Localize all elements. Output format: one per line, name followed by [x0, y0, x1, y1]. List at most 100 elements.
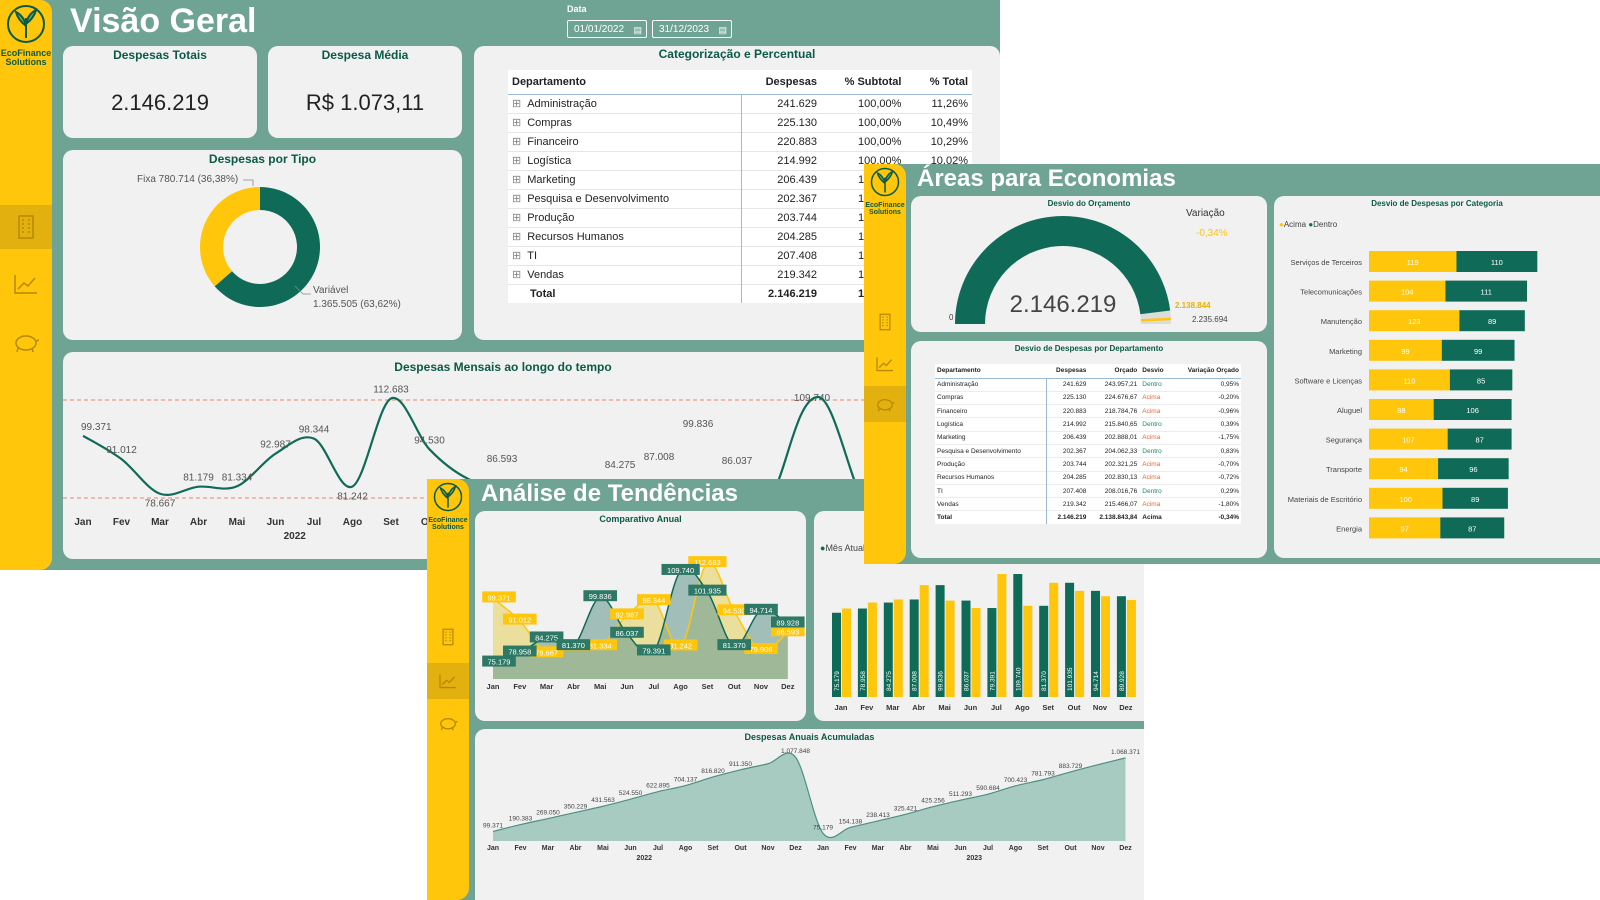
- bar-label-dentro: 96: [1469, 465, 1477, 474]
- col-subtotal[interactable]: % Subtotal: [818, 70, 902, 94]
- table-cell: 241.629: [1045, 378, 1088, 392]
- table-row[interactable]: TI 207.408 208.016,76 Dentro 0,29%: [935, 484, 1241, 498]
- sidebar: EcoFinance Solutions: [864, 164, 906, 564]
- expand-icon[interactable]: ⊞: [512, 98, 521, 110]
- table-cell: 219.342: [1045, 497, 1088, 511]
- col-despesas[interactable]: Despesas: [1046, 364, 1087, 378]
- donut-value-variavel: 1.365.505 (63,62%): [313, 299, 401, 310]
- table-row[interactable]: Produção 203.744 202.321,25 Acima -0,70%: [935, 457, 1241, 472]
- donut-chart: Fixa 780.714 (36,38%) Variável 1.365.505…: [137, 174, 401, 310]
- col-desvio[interactable]: Desvio: [1138, 364, 1172, 378]
- dept-deviation-card: Desvio de Despesas por Departamento Depa…: [911, 341, 1267, 558]
- table-row[interactable]: Financeiro 220.883 218.784,76 Acima -0,96%: [935, 404, 1241, 418]
- table-row[interactable]: Pesquisa e Desenvolvimento 202.367 204.062…: [935, 444, 1241, 458]
- expand-icon[interactable]: ⊞: [512, 193, 521, 205]
- x-tick-label: Jan: [487, 845, 499, 852]
- table-row[interactable]: Logística 214.992 215.840,65 Dentro 0,39%: [935, 417, 1241, 432]
- x-tick-label: Jan: [74, 517, 91, 528]
- col-departamento[interactable]: Departamento: [508, 70, 741, 94]
- bar-label: 78.958: [860, 671, 867, 691]
- nav-overview[interactable]: [0, 205, 52, 249]
- nav-overview[interactable]: [427, 619, 469, 655]
- nav-trends[interactable]: [864, 346, 906, 382]
- x-tick-label: Fev: [860, 703, 874, 712]
- x-tick-label: Mai: [938, 703, 951, 712]
- x-tick-label: Set: [1042, 703, 1054, 712]
- nav-trends[interactable]: [427, 663, 469, 699]
- table-cell: 202.888,01: [1104, 434, 1138, 442]
- table-row[interactable]: ⊞ Financeiro 220.883 100,00% 10,29%: [508, 132, 972, 151]
- expand-icon[interactable]: ⊞: [512, 136, 521, 148]
- table-row[interactable]: ⊞ Compras 225.130 100,00% 10,49%: [508, 113, 972, 132]
- expand-icon[interactable]: ⊞: [512, 117, 521, 129]
- table-cell: Pesquisa e Desenvolvimento: [937, 447, 1021, 455]
- label-2023: 81.370: [562, 641, 585, 650]
- table-cell: 202.367: [740, 189, 818, 208]
- expand-icon[interactable]: ⊞: [512, 212, 521, 224]
- table-cell: 214.992: [1045, 417, 1088, 432]
- x-tick-label: Mai: [597, 845, 609, 852]
- x-tick-label: Mar: [151, 517, 169, 528]
- x-tick-label: Ago: [1009, 845, 1023, 852]
- col-departamento[interactable]: Departamento: [935, 364, 1046, 378]
- label-2022: 92.987: [616, 610, 639, 619]
- category-label: Energia: [1336, 524, 1363, 533]
- bar-compare: [1126, 599, 1136, 697]
- table-cell: 207.408: [1045, 484, 1088, 498]
- donut-slice-fixa: [200, 187, 260, 287]
- nav-savings[interactable]: [0, 320, 52, 364]
- expand-icon[interactable]: ⊞: [512, 250, 521, 262]
- x-tick-label: Set: [1038, 845, 1050, 852]
- total-cell: Acima: [1142, 514, 1162, 522]
- logo-line2: Solutions: [432, 524, 464, 532]
- data-label: 86.593: [487, 454, 518, 465]
- nav-overview[interactable]: [864, 304, 906, 340]
- expand-icon[interactable]: ⊞: [512, 231, 521, 243]
- col-orcado[interactable]: Orçado: [1087, 364, 1138, 378]
- date-start-input[interactable]: 01/01/2022 ▤: [567, 20, 647, 38]
- total-cell: 2.146.219: [1045, 510, 1088, 525]
- category-label: Manutenção: [1321, 317, 1362, 326]
- building-icon: [442, 628, 454, 646]
- dept-deviation-title: Desvio de Despesas por Departamento: [1014, 344, 1164, 353]
- expand-icon[interactable]: ⊞: [512, 174, 521, 186]
- table-cell: 218.784,76: [1104, 407, 1138, 415]
- x-tick-label: Out: [734, 845, 747, 852]
- date-end-input[interactable]: 31/12/2023 ▤: [652, 20, 732, 38]
- table-cell: 224.676,67: [1104, 394, 1138, 402]
- nav-savings[interactable]: [427, 705, 469, 741]
- label-2023: 99.836: [589, 592, 612, 601]
- table-row[interactable]: Compras 225.130 224.676,67 Acima -0,20%: [935, 391, 1241, 405]
- table-row[interactable]: ⊞ Administração 241.629 100,00% 11,26%: [508, 94, 972, 113]
- table-row[interactable]: Marketing 206.439 202.888,01 Acima -1,75%: [935, 431, 1241, 445]
- table-cell: ⊞ Compras: [508, 113, 741, 132]
- table-row[interactable]: Vendas 219.342 215.466,07 Acima -1,80%: [935, 497, 1241, 511]
- table-cell: ⊞ Produção: [508, 208, 741, 227]
- col-total[interactable]: % Total: [902, 70, 972, 94]
- label-2023: 79.391: [642, 646, 665, 655]
- x-tick-label: Mar: [542, 845, 555, 852]
- col-variacao[interactable]: Variação Orçado: [1172, 364, 1241, 378]
- total-cell: Total: [530, 287, 556, 300]
- table-cell: -1,80%: [1218, 500, 1239, 508]
- col-despesas[interactable]: Despesas: [741, 70, 818, 94]
- x-tick-label: Set: [708, 845, 720, 852]
- cell-text: Recursos Humanos: [527, 231, 624, 243]
- table-row[interactable]: Administração 241.629 243.957,21 Dentro 0,95…: [935, 378, 1241, 392]
- table-cell: 100,00%: [858, 116, 902, 129]
- label-2023: 101.935: [694, 587, 721, 596]
- cell-text: Compras: [527, 117, 572, 129]
- x-tick-label: Set: [702, 682, 714, 691]
- data-label: 99.371: [81, 422, 112, 433]
- expand-icon[interactable]: ⊞: [512, 269, 521, 281]
- data-label: 154.138: [839, 818, 863, 825]
- table-row[interactable]: Recursos Humanos 204.285 202.830,13 Acima -0…: [935, 471, 1241, 485]
- label-2022: 94.530: [723, 606, 746, 615]
- bar-compare: [1075, 590, 1085, 697]
- expand-icon[interactable]: ⊞: [512, 155, 521, 167]
- data-label: 99.371: [483, 822, 503, 829]
- nav-savings[interactable]: [864, 386, 906, 422]
- nav-trends[interactable]: [0, 262, 52, 306]
- data-label: 94.530: [414, 435, 445, 446]
- bar-label-acima: 104: [1401, 288, 1414, 297]
